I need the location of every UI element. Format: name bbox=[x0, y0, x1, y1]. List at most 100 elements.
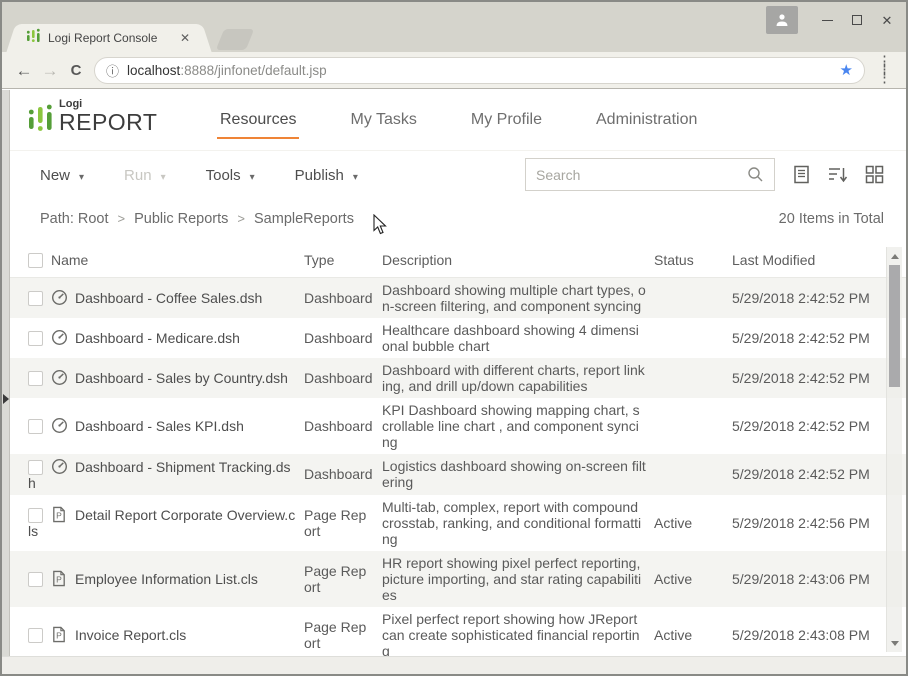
maximize-button[interactable] bbox=[842, 6, 872, 34]
row-checkbox[interactable] bbox=[28, 628, 43, 643]
menu-run[interactable]: Run▾ bbox=[124, 167, 166, 184]
breadcrumb-item-public-reports[interactable]: Public Reports bbox=[134, 211, 228, 227]
report-last-modified: 5/29/2018 2:42:52 PM bbox=[732, 277, 906, 318]
nav-item-administration[interactable]: Administration bbox=[596, 111, 697, 129]
browser-menu-icon[interactable]: ⋮⋮⋮ bbox=[872, 58, 897, 83]
report-type: Dashboard bbox=[304, 358, 382, 398]
vertical-scrollbar[interactable] bbox=[886, 247, 902, 652]
nav-item-my-tasks[interactable]: My Tasks bbox=[350, 111, 416, 129]
report-last-modified: 5/29/2018 2:42:52 PM bbox=[732, 454, 906, 495]
new-tab-button[interactable] bbox=[216, 29, 254, 50]
dashboard-icon bbox=[51, 417, 68, 434]
close-button[interactable]: ✕ bbox=[872, 6, 902, 34]
minimize-button[interactable] bbox=[812, 6, 842, 34]
nav-item-resources[interactable]: Resources bbox=[220, 111, 296, 129]
menu-new[interactable]: New▾ bbox=[40, 167, 84, 184]
items-total: 20 Items in Total bbox=[779, 211, 884, 227]
report-name[interactable]: Dashboard - Sales by Country.dsh bbox=[75, 370, 288, 386]
row-checkbox[interactable] bbox=[28, 291, 43, 306]
report-name[interactable]: Dashboard - Medicare.dsh bbox=[75, 330, 240, 346]
reports-table-container: NameTypeDescriptionStatusLast Modified D… bbox=[2, 243, 906, 656]
scroll-up-arrow-icon[interactable] bbox=[887, 249, 902, 263]
report-last-modified: 5/29/2018 2:42:52 PM bbox=[732, 398, 906, 454]
row-checkbox[interactable] bbox=[28, 371, 43, 386]
table-header-row: NameTypeDescriptionStatusLast Modified bbox=[2, 243, 906, 277]
report-name[interactable]: Dashboard - Sales KPI.dsh bbox=[75, 418, 244, 434]
report-name[interactable]: Dashboard - Coffee Sales.dsh bbox=[75, 290, 262, 306]
report-name[interactable]: Employee Information List.cls bbox=[75, 571, 258, 587]
page-report-icon: P bbox=[51, 506, 68, 523]
report-name[interactable]: Detail Report Corporate Overview.cls bbox=[28, 507, 295, 539]
select-all-checkbox[interactable] bbox=[28, 253, 43, 268]
scroll-down-arrow-icon[interactable] bbox=[887, 636, 902, 650]
expand-panel-handle[interactable] bbox=[3, 394, 9, 404]
page-info-icon[interactable]: ⓘ bbox=[106, 61, 119, 80]
row-checkbox[interactable] bbox=[28, 508, 43, 523]
profile-button[interactable] bbox=[766, 6, 798, 34]
table-row[interactable]: PEmployee Information List.clsPage Repor… bbox=[2, 551, 906, 607]
breadcrumb-items: Root > Public Reports > SampleReports bbox=[78, 211, 354, 227]
table-row[interactable]: PDetail Report Corporate Overview.clsPag… bbox=[2, 495, 906, 551]
browser-toolbar: ← → C ⓘ localhost:8888/jinfonet/default.… bbox=[2, 52, 906, 89]
page-report-icon: P bbox=[51, 570, 68, 587]
search-input[interactable] bbox=[536, 167, 747, 183]
menu-publish[interactable]: Publish▾ bbox=[295, 167, 358, 184]
menu-tools[interactable]: Tools▾ bbox=[206, 167, 255, 184]
logi-report-logo: Logi REPORT bbox=[28, 99, 157, 134]
scrollbar-thumb[interactable] bbox=[889, 265, 900, 387]
logi-logo-icon bbox=[28, 102, 54, 134]
address-bar[interactable]: ⓘ localhost:8888/jinfonet/default.jsp ★ bbox=[94, 57, 865, 84]
breadcrumb-separator: > bbox=[118, 211, 126, 226]
report-type: Page Report bbox=[304, 607, 382, 657]
search-box[interactable] bbox=[525, 158, 775, 191]
sort-icon[interactable] bbox=[828, 165, 848, 184]
grid-view-icon[interactable] bbox=[865, 165, 884, 184]
report-status bbox=[654, 277, 732, 318]
table-row[interactable]: Dashboard - Sales KPI.dshDashboardKPI Da… bbox=[2, 398, 906, 454]
bookmark-star-icon[interactable]: ★ bbox=[840, 61, 853, 79]
row-checkbox[interactable] bbox=[28, 331, 43, 346]
table-row[interactable]: Dashboard - Medicare.dshDashboardHealthc… bbox=[2, 318, 906, 358]
tab-title: Logi Report Console bbox=[48, 31, 178, 45]
report-status bbox=[654, 358, 732, 398]
breadcrumb-prefix: Path: bbox=[40, 211, 74, 227]
main-nav: Resources My Tasks My Profile Administratio… bbox=[220, 90, 697, 150]
nav-item-my-profile[interactable]: My Profile bbox=[471, 111, 542, 129]
person-icon bbox=[775, 13, 789, 27]
search-icon[interactable] bbox=[747, 166, 764, 183]
row-checkbox[interactable] bbox=[28, 419, 43, 434]
column-header-name[interactable]: Name bbox=[2, 243, 304, 277]
report-type: Dashboard bbox=[304, 398, 382, 454]
forward-button[interactable]: → bbox=[37, 62, 63, 79]
tab-close-icon[interactable]: ✕ bbox=[178, 31, 192, 45]
url-path: :8888/jinfonet/default.jsp bbox=[180, 63, 326, 78]
table-row[interactable]: PInvoice Report.clsPage ReportPixel perf… bbox=[2, 607, 906, 657]
breadcrumb: Path: Root > Public Reports > SampleReports bbox=[40, 211, 354, 227]
report-last-modified: 5/29/2018 2:43:08 PM bbox=[732, 607, 906, 657]
horizontal-scrollbar-track[interactable] bbox=[2, 656, 906, 674]
chevron-down-icon: ▾ bbox=[353, 172, 358, 183]
refresh-button[interactable]: C bbox=[63, 63, 89, 78]
logi-favicon-icon bbox=[26, 28, 41, 48]
table-row[interactable]: Dashboard - Coffee Sales.dshDashboardDas… bbox=[2, 277, 906, 318]
breadcrumb-separator: > bbox=[237, 211, 245, 226]
column-header-description[interactable]: Description bbox=[382, 243, 654, 277]
row-checkbox[interactable] bbox=[28, 572, 43, 587]
report-status bbox=[654, 318, 732, 358]
back-button[interactable]: ← bbox=[11, 62, 37, 79]
table-row[interactable]: Dashboard - Shipment Tracking.dshDashboa… bbox=[2, 454, 906, 495]
breadcrumb-item-samplereports[interactable]: SampleReports bbox=[254, 211, 354, 227]
reports-table: NameTypeDescriptionStatusLast Modified D… bbox=[2, 243, 906, 656]
browser-tab[interactable]: Logi Report Console ✕ bbox=[18, 24, 200, 52]
row-checkbox[interactable] bbox=[28, 460, 43, 475]
breadcrumb-item-root[interactable]: Root bbox=[78, 211, 109, 227]
column-header-status[interactable]: Status bbox=[654, 243, 732, 277]
report-type: Dashboard bbox=[304, 318, 382, 358]
report-name[interactable]: Invoice Report.cls bbox=[75, 627, 186, 643]
action-bar: New▾ Run▾ Tools▾ Publish▾ bbox=[2, 150, 906, 198]
browser-titlebar: Logi Report Console ✕ ✕ bbox=[2, 2, 906, 52]
column-header-type[interactable]: Type bbox=[304, 243, 382, 277]
column-header-last-modified[interactable]: Last Modified bbox=[732, 243, 906, 277]
detail-view-icon[interactable] bbox=[792, 165, 811, 184]
table-row[interactable]: Dashboard - Sales by Country.dsh Dashboar… bbox=[2, 358, 906, 398]
